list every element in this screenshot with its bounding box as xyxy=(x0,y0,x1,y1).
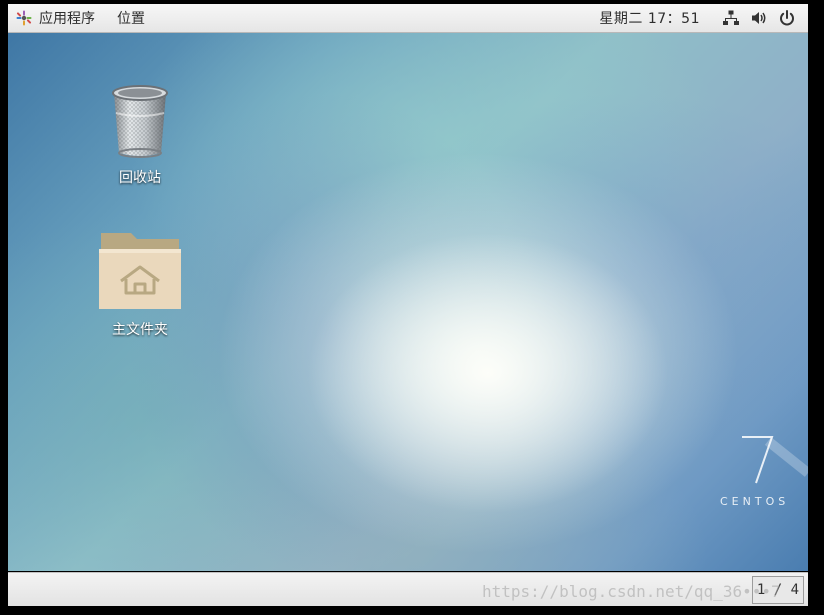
desktop-background[interactable]: 回收站 主文件夹 7 CENTOS xyxy=(8,33,808,571)
centos-version-number: 7 xyxy=(708,433,718,437)
network-icon[interactable] xyxy=(722,9,740,27)
trash-icon xyxy=(112,85,168,158)
bottom-panel: 1 / 4 xyxy=(8,572,808,606)
desktop-item-home-folder[interactable]: 主文件夹 xyxy=(90,229,190,339)
trash-label: 回收站 xyxy=(119,170,161,186)
volume-icon[interactable] xyxy=(750,9,768,27)
top-panel: 应用程序 位置 星期二 17：51 xyxy=(8,4,808,33)
applications-menu[interactable]: 应用程序 xyxy=(8,4,95,32)
workspace-switcher[interactable]: 1 / 4 xyxy=(752,576,804,604)
panel-right: 星期二 17：51 xyxy=(599,4,808,32)
places-menu[interactable]: 位置 xyxy=(117,8,145,28)
applications-menu-label: 应用程序 xyxy=(39,11,95,27)
gnome-foot-icon xyxy=(15,9,33,27)
panel-left: 应用程序 位置 xyxy=(8,4,145,32)
desktop-item-trash[interactable]: 回收站 xyxy=(100,83,180,187)
vm-screen: 应用程序 位置 星期二 17：51 回收站 主文件夹 CENTOS 1 / 4 … xyxy=(0,0,824,615)
clock[interactable]: 星期二 17：51 xyxy=(599,8,700,28)
power-icon[interactable] xyxy=(778,9,796,27)
home-folder-icon xyxy=(99,233,181,309)
centos-brand-text: CENTOS xyxy=(720,495,790,508)
home-folder-label: 主文件夹 xyxy=(112,322,168,338)
places-menu-label: 位置 xyxy=(117,11,145,27)
